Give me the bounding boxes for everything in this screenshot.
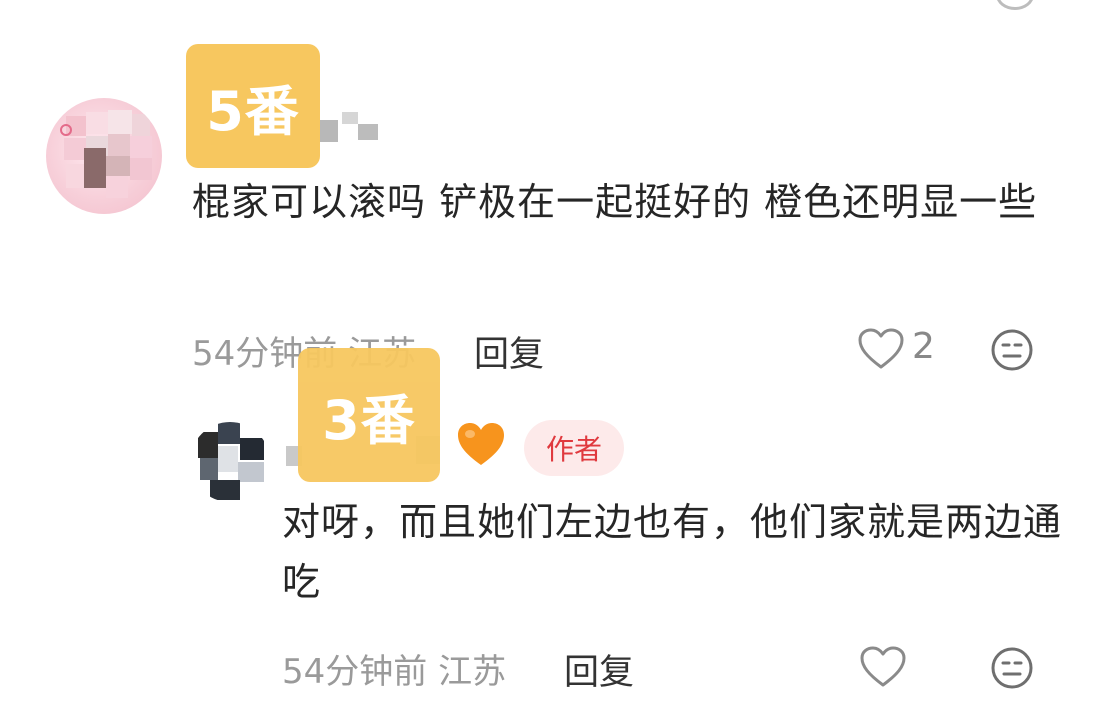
emoji-icon[interactable] <box>990 328 1034 372</box>
author-tag: 作者 <box>524 420 624 476</box>
orange-heart-icon <box>458 423 504 465</box>
rank-badge: 3番 <box>298 348 440 482</box>
clipped-icon <box>996 0 1034 10</box>
reply-button[interactable]: 回复 <box>564 644 634 695</box>
avatar[interactable] <box>190 422 270 502</box>
comment-location: 江苏 <box>438 652 507 692</box>
comment-meta: 54分钟前 江苏 <box>282 644 506 693</box>
avatar[interactable] <box>46 98 162 214</box>
heart-outline-icon[interactable] <box>858 328 904 370</box>
emoji-icon[interactable] <box>990 646 1034 690</box>
username[interactable] <box>320 112 380 144</box>
comment-text: 对呀，而且她们左边也有，他们家就是两边通吃 <box>282 500 1063 604</box>
comment-thread: 5番 棍家可以滚吗 铲极在一起挺好的 橙色还明显一些 54分钟前 江苏 回复 2 <box>0 0 1100 727</box>
comment-text: 棍家可以滚吗 铲极在一起挺好的 橙色还明显一些 <box>192 180 1038 224</box>
rank-badge: 5番 <box>186 44 320 168</box>
like-count: 2 <box>912 326 935 367</box>
heart-outline-icon[interactable] <box>860 646 906 688</box>
comment-time: 54分钟前 <box>282 652 428 692</box>
reply-button[interactable]: 回复 <box>474 326 544 377</box>
